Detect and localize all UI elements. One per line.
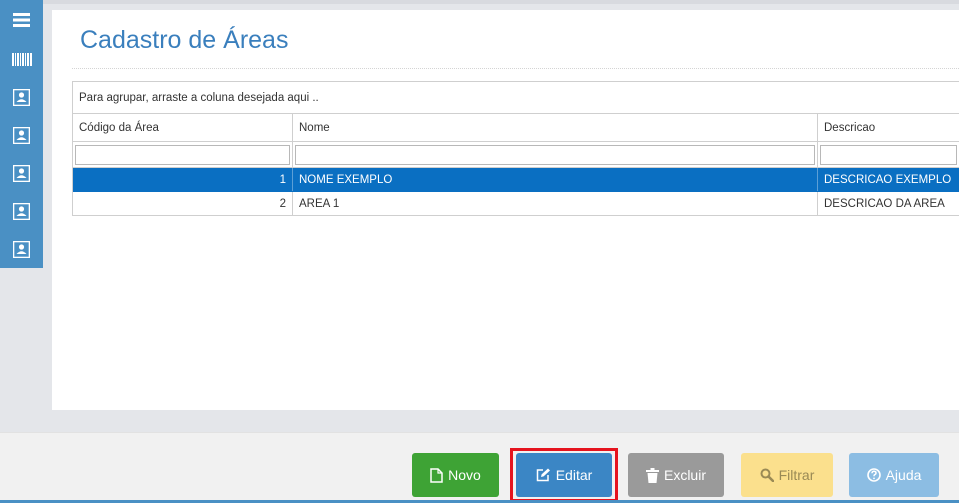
cell-descricao: DESCRICAO DA AREA <box>824 197 945 210</box>
contact-card-icon <box>13 240 30 258</box>
group-panel[interactable]: Para agrupar, arraste a coluna desejada … <box>73 82 959 114</box>
excluir-button[interactable]: Excluir <box>628 453 724 497</box>
table-row[interactable]: 2 AREA 1 DESCRICAO DA AREA <box>73 192 959 216</box>
filter-input-descricao[interactable] <box>820 144 957 165</box>
cell-nome: NOME EXEMPLO <box>293 168 818 191</box>
column-header-nome[interactable]: Nome <box>293 114 818 141</box>
ajuda-button[interactable]: Ajuda <box>849 453 939 497</box>
sidebar-item-contact-4[interactable] <box>0 194 43 228</box>
new-file-icon <box>430 467 443 483</box>
novo-button[interactable]: Novo <box>412 453 499 497</box>
filtrar-button-label: Filtrar <box>778 467 815 483</box>
group-panel-hint: Para agrupar, arraste a coluna desejada … <box>79 91 319 104</box>
filter-cell-codigo <box>73 142 293 167</box>
column-header-codigo[interactable]: Código da Área <box>73 114 293 141</box>
cell-descricao: DESCRICAO EXEMPLO <box>824 173 952 186</box>
grid-filter-row <box>73 142 959 168</box>
filtrar-button[interactable]: Filtrar <box>741 453 833 497</box>
ajuda-button-label: Ajuda <box>885 467 922 483</box>
data-grid: Para agrupar, arraste a coluna desejada … <box>72 81 959 216</box>
editar-button-label: Editar <box>555 467 593 483</box>
sidebar-item-contact-5[interactable] <box>0 232 43 266</box>
column-header-descricao[interactable]: Descricao <box>818 114 959 141</box>
novo-button-label: Novo <box>448 467 481 483</box>
edit-icon <box>536 468 550 482</box>
search-icon <box>760 468 774 482</box>
table-row[interactable]: 1 NOME EXEMPLO DESCRICAO EXEMPLO <box>73 168 959 192</box>
contact-card-icon <box>13 126 30 144</box>
help-icon <box>866 468 881 482</box>
sidebar-item-contact-1[interactable] <box>0 80 43 114</box>
contact-card-icon <box>13 88 30 106</box>
cell-codigo: 1 <box>73 168 293 191</box>
page-title: Cadastro de Áreas <box>80 26 289 54</box>
editar-button[interactable]: Editar <box>516 453 612 497</box>
grid-header-row: Código da Área Nome Descricao <box>73 114 959 142</box>
sidebar-menu-toggle[interactable] <box>0 3 43 37</box>
top-strip <box>43 0 959 4</box>
action-toolbar: Novo Editar Excluir Filtrar Ajuda <box>0 432 959 503</box>
menu-icon <box>13 13 30 27</box>
sidebar-item-barcode[interactable] <box>0 42 43 76</box>
sidebar-item-contact-3[interactable] <box>0 156 43 190</box>
filter-cell-nome <box>293 142 818 167</box>
sidebar-item-contact-2[interactable] <box>0 118 43 152</box>
sidebar <box>0 0 43 268</box>
content-panel: Cadastro de Áreas Para agrupar, arraste … <box>52 10 959 410</box>
contact-card-icon <box>13 202 30 220</box>
cell-codigo: 2 <box>73 192 293 215</box>
contact-card-icon <box>13 164 30 182</box>
excluir-button-label: Excluir <box>663 467 706 483</box>
filter-input-nome[interactable] <box>295 144 815 165</box>
barcode-icon <box>11 52 32 66</box>
filter-cell-descricao <box>818 142 959 167</box>
title-divider <box>72 68 959 69</box>
trash-icon <box>645 467 659 483</box>
filter-input-codigo[interactable] <box>75 144 290 165</box>
cell-nome: AREA 1 <box>293 192 818 215</box>
